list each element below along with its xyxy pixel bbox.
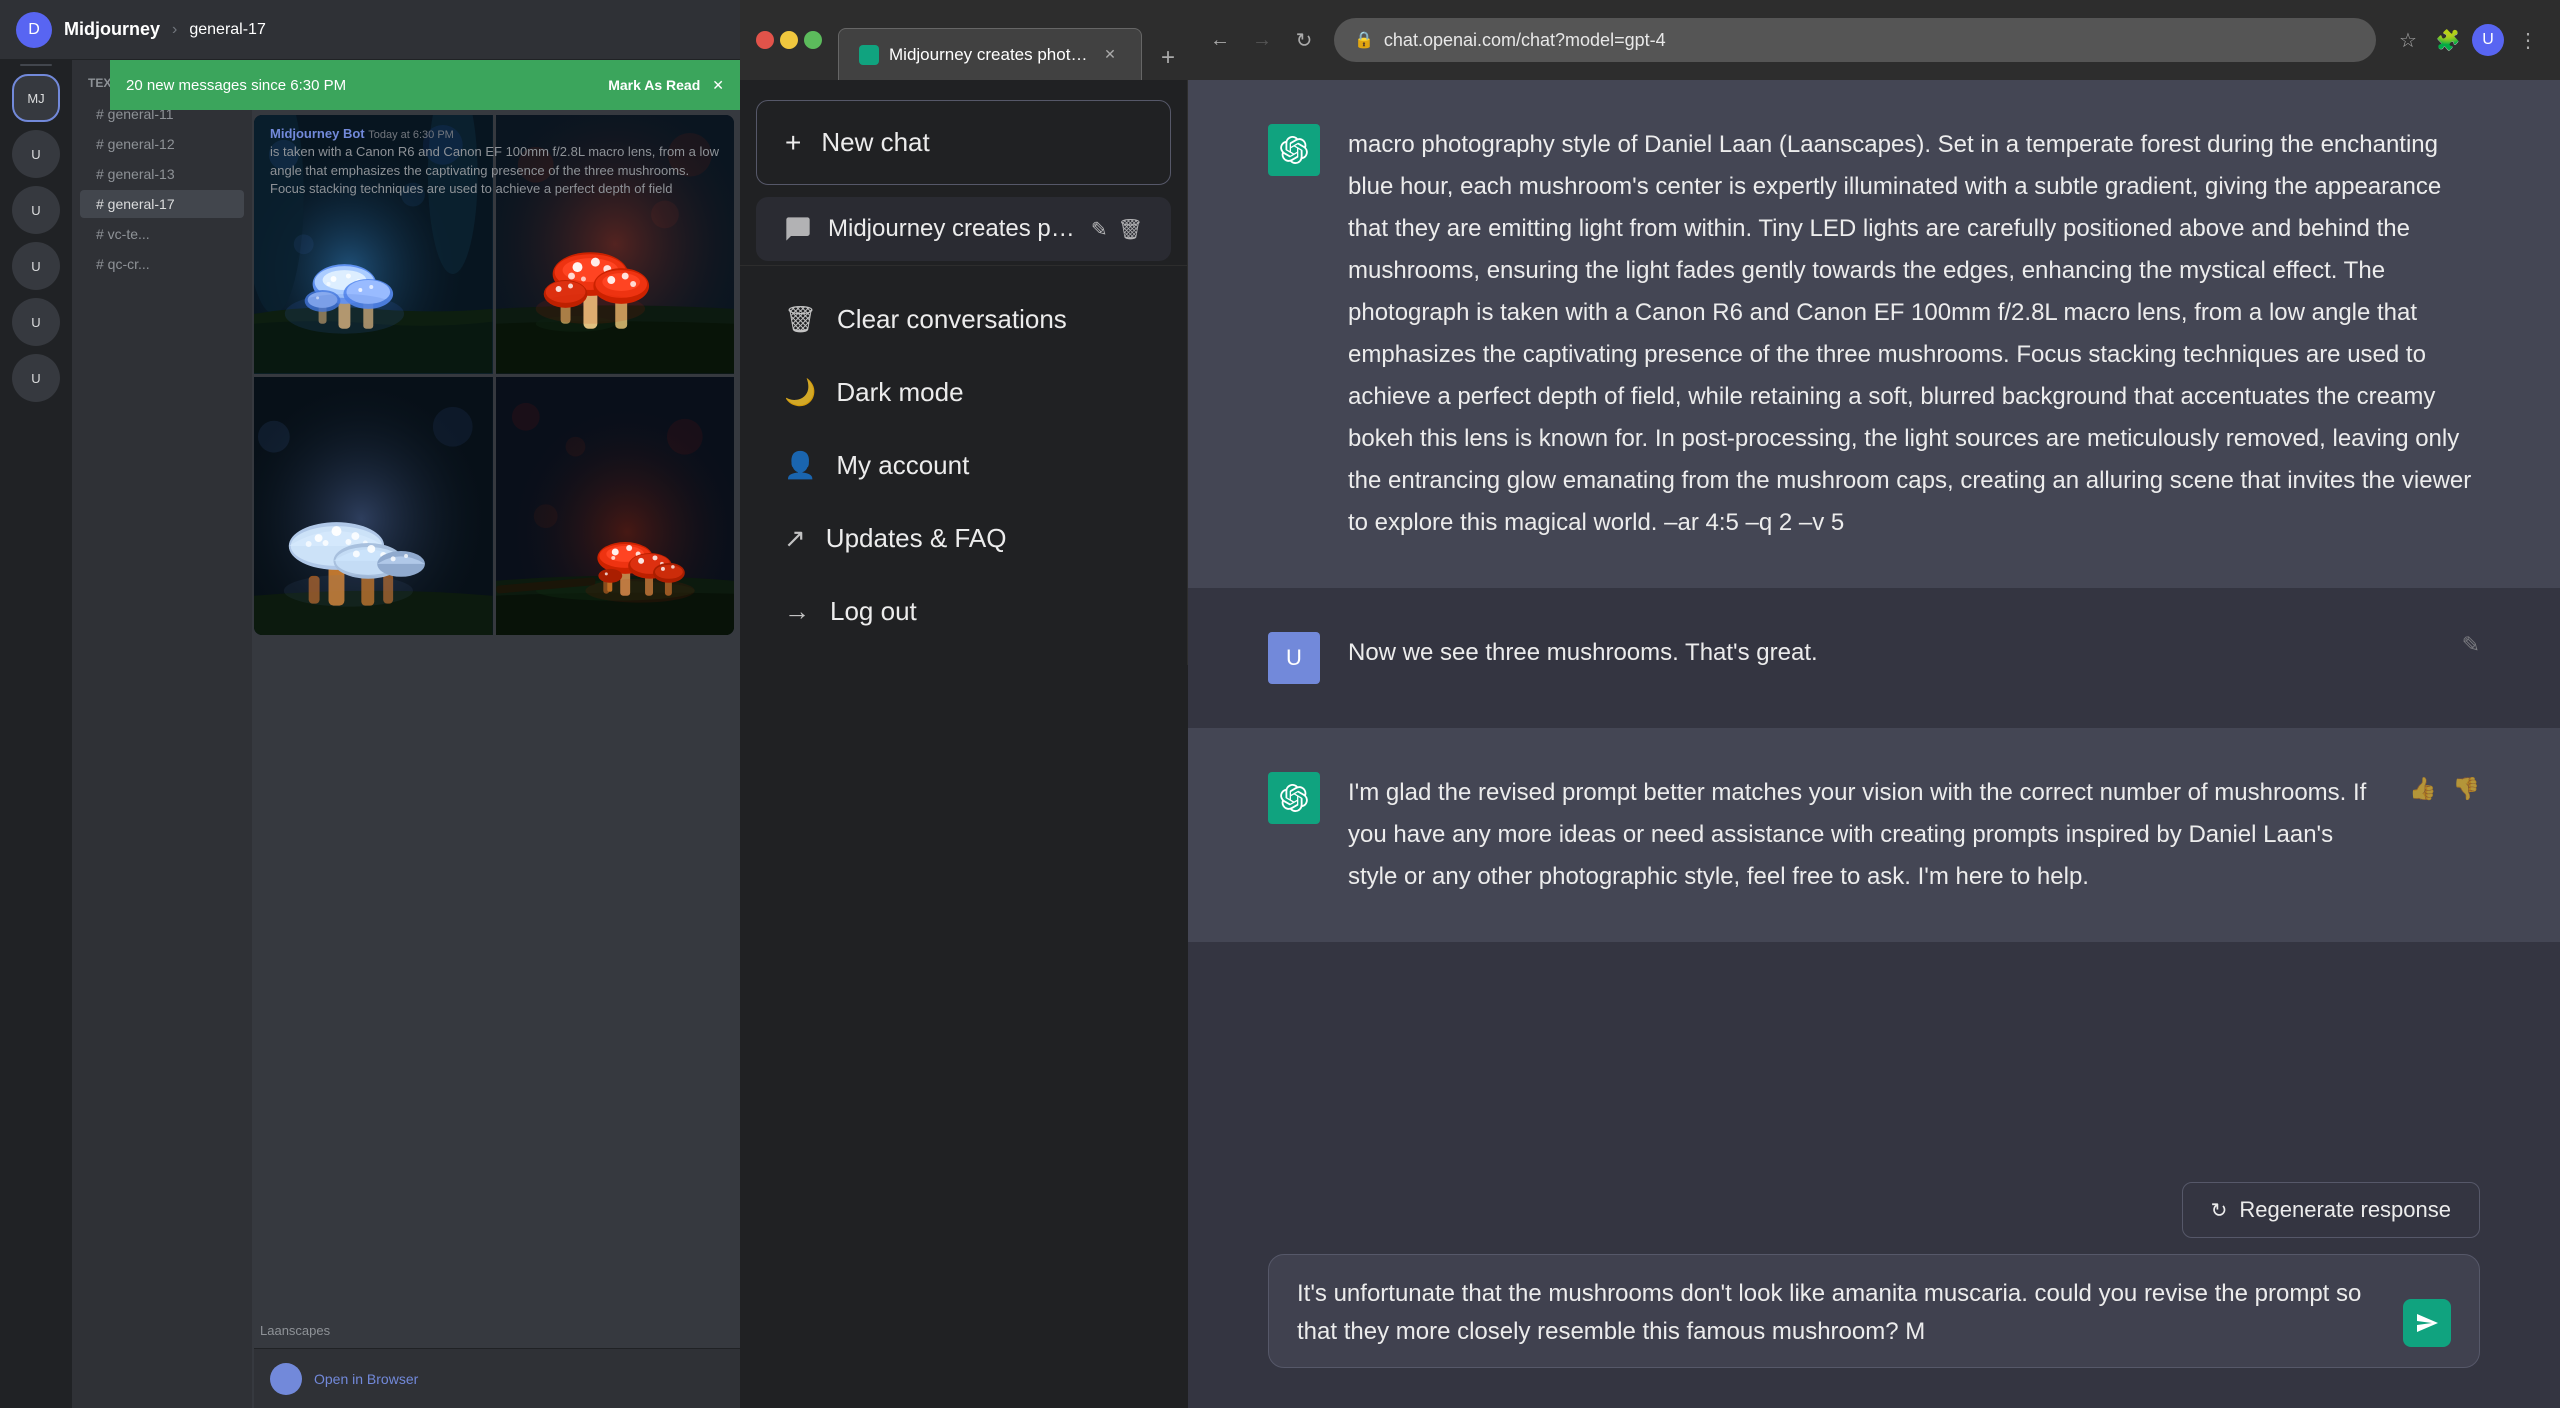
gpt-avatar-1	[1268, 124, 1320, 176]
discord-open-in-browser-btn[interactable]: Open in Browser	[314, 1371, 418, 1387]
reload-button[interactable]: ↻	[1286, 22, 1322, 58]
moon-icon: 🌙	[784, 377, 816, 408]
plus-icon: +	[785, 129, 801, 157]
assistant-message-1: macro photography style of Daniel Laan (…	[1188, 80, 2560, 588]
clear-conversations-label: Clear conversations	[837, 304, 1067, 335]
regenerate-response-button[interactable]: ↻ Regenerate response	[2182, 1182, 2480, 1238]
discord-top-bar: D Midjourney › general-17	[0, 0, 740, 60]
discord-server-sidebar: D MJ U U U U U	[0, 0, 72, 1408]
discord-panel: D Midjourney › general-17 20 new message…	[0, 0, 740, 1408]
assistant-message-2: I'm glad the revised prompt better match…	[1188, 728, 2560, 942]
browser-tab-active[interactable]: Midjourney creates photoreali... ✕	[838, 28, 1142, 80]
user-message-1-row: U Now we see three mushrooms. That's gre…	[1188, 588, 2560, 728]
logout-button[interactable]: → Log out	[756, 576, 1171, 647]
user-message-1-actions: ✎	[2462, 632, 2480, 658]
gpt-avatar-2	[1268, 772, 1320, 824]
menu-icon[interactable]: ⋮	[2512, 24, 2544, 56]
chat-input-area: ↻ Regenerate response It's unfortunate t…	[1188, 1162, 2560, 1408]
assistant-message-2-content: I'm glad the revised prompt better match…	[1348, 772, 2381, 898]
chat-history-icon	[784, 215, 812, 243]
discord-server-icon-3[interactable]: U	[12, 186, 60, 234]
chat-main-area: macro photography style of Daniel Laan (…	[1188, 80, 2560, 1408]
notification-text: 20 new messages since 6:30 PM	[126, 77, 346, 94]
window-maximize[interactable]	[804, 31, 822, 49]
thumbs-down-icon[interactable]: 👎	[2453, 776, 2480, 802]
user-avatar-1: U	[1268, 632, 1320, 684]
updates-faq-button[interactable]: ↗ Updates & FAQ	[756, 503, 1171, 574]
send-button[interactable]	[2403, 1299, 2451, 1347]
address-bar[interactable]: 🔒 chat.openai.com/chat?model=gpt-4	[1334, 18, 2376, 62]
chat-history-item-midjourney[interactable]: Midjourney creates pho ✎ 🗑	[756, 197, 1171, 261]
dark-mode-label: Dark mode	[836, 377, 963, 408]
edit-icon[interactable]: ✎	[1091, 217, 1108, 242]
discord-server-name: Midjourney	[64, 19, 160, 40]
address-text: chat.openai.com/chat?model=gpt-4	[1384, 30, 1666, 51]
discord-server-icon-1[interactable]: MJ	[12, 74, 60, 122]
updates-faq-label: Updates & FAQ	[826, 523, 1007, 554]
discord-messages-area: Midjourney Bot Today at 6:30 PM is taken…	[254, 115, 740, 208]
clear-conversations-button[interactable]: 🗑 Clear conversations	[756, 284, 1171, 355]
bookmark-icon[interactable]: ☆	[2392, 24, 2424, 56]
channel-general-13[interactable]: # general-13	[80, 160, 244, 188]
channel-general-14[interactable]: # general-17	[80, 190, 244, 218]
account-icon: 👤	[784, 450, 816, 481]
thumbs-up-icon[interactable]: 👍	[2409, 776, 2436, 802]
sidebar-bottom-section: 🗑 Clear conversations 🌙 Dark mode 👤 My a…	[740, 265, 1187, 665]
discord-server-icon-6[interactable]: U	[12, 354, 60, 402]
discord-logo: D	[16, 12, 52, 48]
discord-channel-name: general-17	[189, 21, 266, 39]
window-minimize[interactable]	[780, 31, 798, 49]
regenerate-label: Regenerate response	[2239, 1197, 2451, 1223]
send-arrow-icon	[2415, 1311, 2439, 1335]
chat-history-title: Midjourney creates pho	[828, 215, 1075, 243]
new-chat-label: New chat	[821, 127, 929, 158]
discord-server-icon-4[interactable]: U	[12, 242, 60, 290]
tab-favicon	[859, 45, 879, 65]
chat-item-actions: ✎ 🗑	[1091, 217, 1143, 242]
channel-qc[interactable]: # qc-cr...	[80, 250, 244, 278]
chatgpt-sidebar: + New chat Midjourney creates pho ✎ 🗑 🗑 …	[740, 80, 1188, 665]
profile-icon[interactable]: U	[2472, 24, 2504, 56]
channel-vc[interactable]: # vc-te...	[80, 220, 244, 248]
new-tab-button[interactable]: +	[1146, 36, 1190, 80]
window-close[interactable]	[756, 31, 774, 49]
chat-input-container	[1268, 1254, 2480, 1368]
my-account-label: My account	[836, 450, 969, 481]
my-account-button[interactable]: 👤 My account	[756, 430, 1171, 501]
regenerate-icon: ↻	[2211, 1198, 2228, 1223]
forward-button[interactable]: →	[1244, 22, 1280, 58]
tab-close-icon[interactable]: ✕	[1099, 44, 1121, 66]
back-button[interactable]: ←	[1202, 22, 1238, 58]
channel-general-12[interactable]: # general-12	[80, 130, 244, 158]
dark-mode-button[interactable]: 🌙 Dark mode	[756, 357, 1171, 428]
edit-message-icon[interactable]: ✎	[2462, 632, 2480, 658]
trash-icon[interactable]: 🗑	[1118, 217, 1143, 242]
logout-icon: →	[784, 596, 810, 627]
discord-server-icon-5[interactable]: U	[12, 298, 60, 346]
discord-avatar	[270, 1363, 302, 1395]
lock-icon: 🔒	[1354, 30, 1374, 50]
assistant-message-1-content: macro photography style of Daniel Laan (…	[1348, 124, 2480, 544]
discord-channels-sidebar: TEXT CHANNELS # general-11 # general-12 …	[72, 60, 252, 1408]
assistant-message-2-actions: 👍 👎	[2409, 772, 2480, 802]
new-chat-button[interactable]: + New chat	[756, 100, 1171, 185]
trash-bottom-icon: 🗑	[784, 304, 817, 335]
discord-notification-bar[interactable]: 20 new messages since 6:30 PM Mark As Re…	[110, 60, 740, 110]
logout-label: Log out	[830, 596, 917, 627]
user-message-1-content: Now we see three mushrooms. That's great…	[1348, 632, 2434, 674]
external-link-icon: ↗	[784, 523, 806, 554]
chat-input-field[interactable]	[1297, 1275, 2387, 1347]
discord-bottom-bar: Open in Browser	[254, 1348, 740, 1408]
mushroom-image-4	[496, 377, 735, 636]
mushroom-image-3	[254, 377, 493, 636]
discord-server-icon-2[interactable]: U	[12, 130, 60, 178]
discord-username-label: Laanscapes	[260, 1323, 330, 1338]
extensions-icon[interactable]: 🧩	[2432, 24, 2464, 56]
tab-title: Midjourney creates photoreali...	[889, 45, 1089, 65]
chat-messages-container: macro photography style of Daniel Laan (…	[1188, 80, 2560, 1162]
